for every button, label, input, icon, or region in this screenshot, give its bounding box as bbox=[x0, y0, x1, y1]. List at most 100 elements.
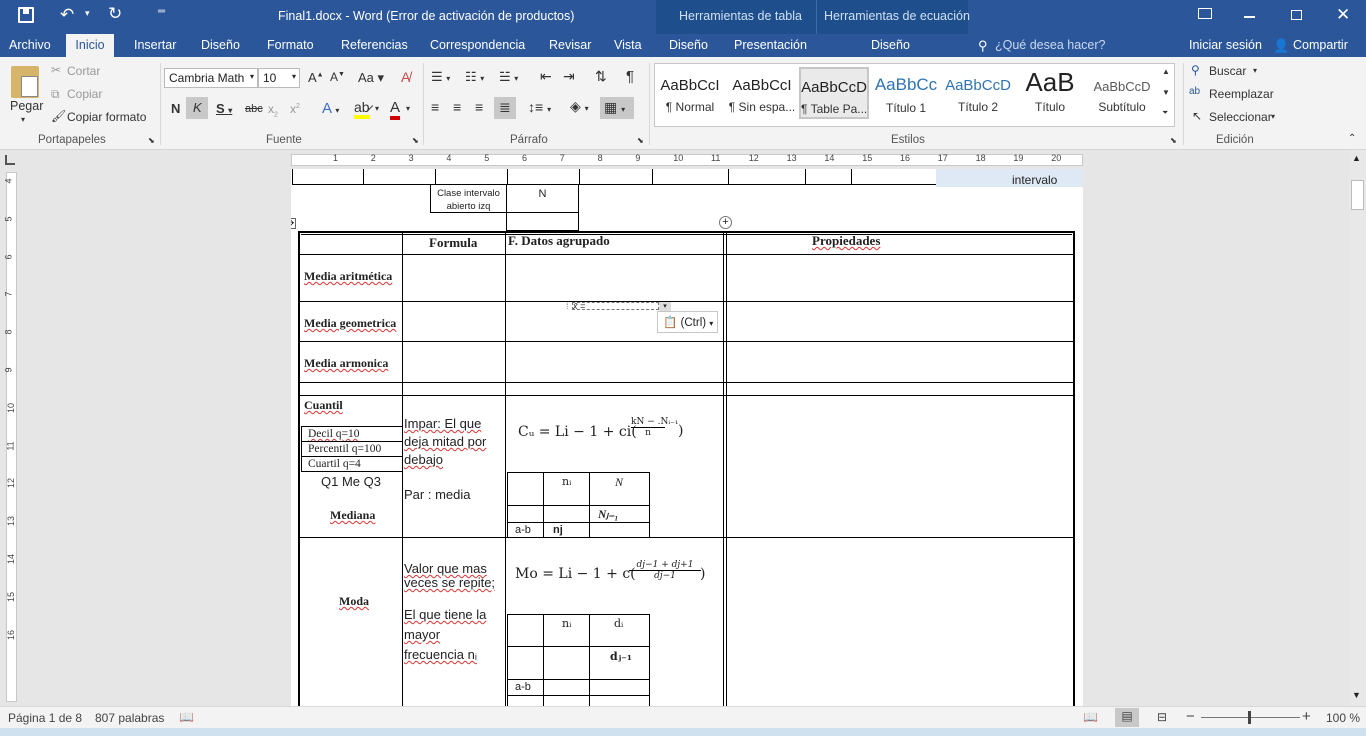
bold-icon[interactable]: N bbox=[171, 101, 180, 116]
tab-archivo[interactable]: Archivo bbox=[9, 38, 51, 52]
zoom-in-icon[interactable]: + bbox=[1302, 708, 1311, 725]
tab-formato[interactable]: Formato bbox=[267, 38, 314, 52]
share-button[interactable]: Compartir bbox=[1293, 38, 1348, 52]
proofing-icon[interactable]: 📖 bbox=[179, 710, 194, 724]
styles-scroll-up-icon[interactable]: ▲ bbox=[1162, 67, 1170, 76]
change-case-icon[interactable]: Aa ▾ bbox=[358, 70, 384, 86]
minimize-icon[interactable] bbox=[1244, 16, 1255, 18]
replace-button[interactable]: Reemplazar bbox=[1209, 87, 1274, 101]
style-subtitulo[interactable]: AaBbCcD Subtítulo bbox=[1087, 67, 1157, 119]
line-spacing-icon[interactable]: ↕≡ ▾ bbox=[528, 99, 551, 115]
scroll-up-icon[interactable]: ▲ bbox=[1352, 153, 1361, 163]
insert-column-icon[interactable]: + bbox=[719, 216, 732, 229]
tab-correspondencia[interactable]: Correspondencia bbox=[430, 38, 525, 52]
scroll-down-icon[interactable]: ▼ bbox=[1352, 690, 1361, 700]
find-button[interactable]: Buscar bbox=[1209, 64, 1246, 78]
print-layout-icon[interactable]: ▤ bbox=[1115, 708, 1139, 727]
ribbon-display-icon[interactable] bbox=[1198, 8, 1212, 19]
align-center-icon[interactable]: ≡ bbox=[453, 99, 461, 115]
shrink-font-icon[interactable]: A▼ bbox=[330, 70, 345, 84]
style-titulo-1[interactable]: AaBbCc Título 1 bbox=[871, 67, 941, 119]
show-marks-icon[interactable]: ¶ bbox=[626, 68, 634, 85]
restore-icon[interactable] bbox=[1291, 10, 1302, 20]
font-color-dropdown-icon[interactable]: ▾ bbox=[406, 104, 410, 113]
tab-table-diseno[interactable]: Diseño bbox=[669, 38, 708, 52]
style-sin-espaciado[interactable]: AaBbCcI ¶ Sin espa... bbox=[727, 67, 797, 119]
paragraph-launcher-icon[interactable]: ⬊ bbox=[637, 136, 644, 145]
zoom-level[interactable]: 100 % bbox=[1326, 711, 1360, 725]
decrease-indent-icon[interactable]: ⇤ bbox=[540, 68, 552, 85]
redo-icon[interactable]: ↻ bbox=[108, 4, 122, 24]
moda-equation[interactable]: Mo = Li − 1 + c( bbox=[515, 566, 636, 582]
strikethrough-icon[interactable]: abc bbox=[245, 103, 263, 115]
style-titulo[interactable]: AaB Título bbox=[1015, 67, 1085, 119]
superscript-icon[interactable]: x2 bbox=[290, 102, 300, 116]
font-size-select[interactable]: 10 ▾ bbox=[258, 68, 300, 88]
zoom-out-icon[interactable]: − bbox=[1186, 708, 1195, 725]
paste-dropdown-icon[interactable]: ▾ bbox=[21, 115, 25, 124]
align-right-icon[interactable]: ≡ bbox=[475, 99, 483, 115]
collapse-ribbon-icon[interactable]: ⌃ bbox=[1348, 133, 1356, 144]
style-table-paragraph[interactable]: AaBbCcD ¶ Table Pa... bbox=[799, 67, 869, 119]
select-dropdown-icon[interactable]: ▾ bbox=[1271, 112, 1275, 121]
styles-launcher-icon[interactable]: ⬊ bbox=[1170, 136, 1177, 145]
zoom-slider-thumb[interactable] bbox=[1248, 711, 1251, 724]
cut-button[interactable]: Cortar bbox=[67, 64, 100, 78]
text-effects-icon[interactable]: A ▾ bbox=[322, 100, 339, 117]
scrollbar-thumb[interactable] bbox=[1351, 180, 1364, 210]
tab-referencias[interactable]: Referencias bbox=[341, 38, 408, 52]
grow-font-icon[interactable]: A▲ bbox=[308, 70, 324, 85]
clear-formatting-icon[interactable]: A̸ bbox=[401, 69, 410, 85]
justify-icon[interactable]: ≣ bbox=[494, 97, 516, 119]
bullets-icon[interactable]: ☰ ▾ bbox=[431, 69, 450, 85]
tab-diseno[interactable]: Diseño bbox=[201, 38, 240, 52]
align-left-icon[interactable]: ≡ bbox=[431, 99, 439, 115]
underline-icon[interactable]: S ▾ bbox=[216, 101, 232, 116]
tell-me-input[interactable]: ¿Qué desea hacer? bbox=[995, 38, 1106, 52]
tab-revisar[interactable]: Revisar bbox=[549, 38, 591, 52]
format-painter-button[interactable]: Copiar formato bbox=[67, 110, 146, 124]
undo-icon[interactable]: ↶ bbox=[60, 5, 74, 25]
signin-link[interactable]: Iniciar sesión bbox=[1189, 38, 1262, 52]
tab-insertar[interactable]: Insertar bbox=[134, 38, 176, 52]
paste-button[interactable]: Pegar bbox=[10, 99, 43, 113]
tab-vista[interactable]: Vista bbox=[614, 38, 642, 52]
styles-scroll-down-icon[interactable]: ▼ bbox=[1162, 88, 1170, 97]
increase-indent-icon[interactable]: ⇥ bbox=[563, 68, 575, 85]
italic-icon[interactable]: K bbox=[186, 97, 208, 119]
equation-object[interactable]: x̄ = bbox=[572, 302, 659, 310]
multilevel-list-icon[interactable]: ☱ ▾ bbox=[499, 69, 518, 85]
read-mode-icon[interactable]: 📖 bbox=[1083, 710, 1098, 724]
cuantil-equation[interactable]: Cᵤ = Li − 1 + ci( bbox=[518, 424, 637, 440]
numbering-icon[interactable]: ☷ ▾ bbox=[465, 69, 484, 85]
customize-qat-icon[interactable]: ═ bbox=[158, 6, 165, 17]
close-icon[interactable]: ✕ bbox=[1336, 5, 1350, 25]
share-icon[interactable]: 👤 bbox=[1273, 38, 1289, 54]
highlight-dropdown-icon[interactable]: ▾ bbox=[375, 104, 379, 113]
sort-icon[interactable]: ⇅ bbox=[595, 68, 607, 85]
table-move-handle-icon[interactable]: ✥ bbox=[291, 218, 296, 229]
vertical-scrollbar[interactable] bbox=[1349, 150, 1366, 706]
word-count[interactable]: 807 palabras bbox=[95, 711, 164, 725]
copy-button[interactable]: Copiar bbox=[67, 87, 102, 101]
highlight-icon[interactable]: ab̷ bbox=[354, 99, 370, 119]
paste-options-button[interactable]: 📋 (Ctrl) ▾ bbox=[657, 311, 718, 333]
equation-dropdown-icon[interactable]: ▾ bbox=[659, 302, 671, 311]
tab-inicio[interactable]: Inicio bbox=[66, 34, 114, 58]
font-name-select[interactable]: Cambria Math ▾ bbox=[164, 68, 258, 88]
subscript-icon[interactable]: x2 bbox=[268, 102, 278, 118]
select-button[interactable]: Seleccionar bbox=[1209, 110, 1272, 124]
page-count[interactable]: Página 1 de 8 bbox=[8, 711, 82, 725]
font-launcher-icon[interactable]: ⬊ bbox=[412, 136, 419, 145]
save-icon[interactable] bbox=[18, 7, 34, 23]
style-titulo-2[interactable]: AaBbCcD Título 2 bbox=[943, 67, 1013, 119]
font-color-icon[interactable]: A bbox=[390, 99, 401, 120]
find-dropdown-icon[interactable]: ▾ bbox=[1253, 66, 1257, 75]
document-page[interactable]: Clase intervalo abierto izq N intervalo … bbox=[291, 169, 1083, 706]
clipboard-launcher-icon[interactable]: ⬊ bbox=[148, 136, 155, 145]
tab-selector-icon[interactable] bbox=[5, 155, 15, 165]
web-layout-icon[interactable]: ⊟ bbox=[1157, 710, 1167, 724]
styles-more-icon[interactable]: ⏷ bbox=[1162, 108, 1168, 118]
style-normal[interactable]: AaBbCcI ¶ Normal bbox=[655, 67, 725, 119]
tab-equation-diseno[interactable]: Diseño bbox=[871, 38, 910, 52]
